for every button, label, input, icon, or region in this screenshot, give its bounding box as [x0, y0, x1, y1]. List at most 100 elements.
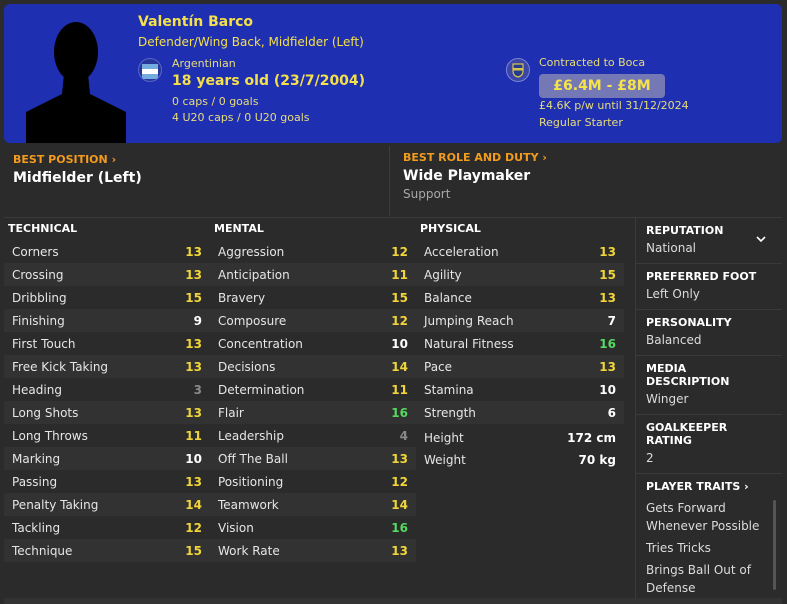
attribute-name: Penalty Taking: [12, 497, 99, 512]
technical-attribute-row[interactable]: Finishing 9: [4, 309, 210, 332]
attribute-name: Stamina: [424, 382, 474, 397]
technical-attribute-row[interactable]: Long Shots 13: [4, 401, 210, 424]
attribute-name: Finishing: [12, 313, 65, 328]
mental-attribute-row[interactable]: Anticipation 11: [210, 263, 416, 286]
physical-attribute-row[interactable]: Agility 15: [416, 263, 624, 286]
best-position-link[interactable]: BEST POSITION ›: [13, 153, 380, 166]
physical-attribute-row[interactable]: Strength 6: [416, 401, 624, 424]
technical-attribute-row[interactable]: Penalty Taking 14: [4, 493, 210, 516]
physical-attribute-row[interactable]: Acceleration 13: [416, 240, 624, 263]
physical-attribute-row[interactable]: Stamina 10: [416, 378, 624, 401]
goalkeeper-rating-section: GOALKEEPER RATING 2: [636, 415, 782, 474]
technical-attribute-row[interactable]: Dribbling 15: [4, 286, 210, 309]
media-description-value: Winger: [646, 392, 689, 406]
height-value: 172 cm: [567, 431, 616, 445]
mental-attributes: MENTAL Aggression 12 Anticipation 11 Bravery…: [210, 222, 416, 562]
attribute-value: 12: [391, 244, 408, 259]
technical-attribute-row[interactable]: Free Kick Taking 13: [4, 355, 210, 378]
attribute-name: Marking: [12, 451, 61, 466]
attribute-name: Crossing: [12, 267, 64, 282]
mental-attribute-row[interactable]: Aggression 12: [210, 240, 416, 263]
technical-heading: TECHNICAL: [8, 222, 78, 235]
attribute-value: 13: [599, 244, 616, 259]
player-traits-link[interactable]: PLAYER TRAITS ›: [646, 480, 772, 493]
attribute-name: Vision: [218, 520, 254, 535]
attribute-name: Flair: [218, 405, 244, 420]
mental-attribute-row[interactable]: Work Rate 13: [210, 539, 416, 562]
physical-attribute-row[interactable]: Pace 13: [416, 355, 624, 378]
attribute-name: Balance: [424, 290, 472, 305]
technical-attributes: TECHNICAL Corners 13 Crossing 13 Dribbling 15…: [4, 222, 210, 562]
mental-attribute-row[interactable]: Bravery 15: [210, 286, 416, 309]
contract-club[interactable]: Contracted to Boca: [539, 56, 645, 69]
mental-attribute-row[interactable]: Teamwork 14: [210, 493, 416, 516]
attribute-name: Leadership: [218, 428, 284, 443]
attribute-name: Technique: [12, 543, 73, 558]
mental-attribute-row[interactable]: Flair 16: [210, 401, 416, 424]
mental-attribute-row[interactable]: Positioning 12: [210, 470, 416, 493]
attribute-value: 14: [185, 497, 202, 512]
preferred-foot-value: Left Only: [646, 287, 700, 301]
u20-caps: 4 U20 caps / 0 U20 goals: [172, 111, 310, 124]
preferred-foot-section: PREFERRED FOOT Left Only: [636, 264, 782, 310]
bottom-bar: [4, 598, 782, 604]
nationality: Argentinian: [172, 57, 236, 70]
attribute-value: 10: [185, 451, 202, 466]
attribute-name: Teamwork: [218, 497, 279, 512]
technical-attribute-row[interactable]: Marking 10: [4, 447, 210, 470]
technical-attribute-row[interactable]: Passing 13: [4, 470, 210, 493]
attribute-value: 14: [391, 359, 408, 374]
technical-attribute-row[interactable]: Heading 3: [4, 378, 210, 401]
personality-heading: PERSONALITY: [646, 316, 732, 329]
attribute-value: 9: [193, 313, 202, 328]
technical-attribute-row[interactable]: Crossing 13: [4, 263, 210, 286]
attribute-name: Passing: [12, 474, 58, 489]
player-header: Valentín Barco Defender/Wing Back, Midfi…: [4, 4, 782, 143]
attribute-value: 11: [391, 267, 408, 282]
mental-heading: MENTAL: [214, 222, 264, 235]
attribute-name: Positioning: [218, 474, 284, 489]
attribute-value: 16: [391, 520, 408, 535]
mental-attribute-row[interactable]: Determination 11: [210, 378, 416, 401]
attribute-name: First Touch: [12, 336, 76, 351]
mental-attribute-row[interactable]: Concentration 10: [210, 332, 416, 355]
technical-attribute-row[interactable]: Corners 13: [4, 240, 210, 263]
club-crest-icon[interactable]: [506, 58, 530, 82]
traits-scrollbar[interactable]: [773, 500, 776, 590]
mental-attribute-row[interactable]: Off The Ball 13: [210, 447, 416, 470]
physical-attribute-row[interactable]: Natural Fitness 16: [416, 332, 624, 355]
attribute-value: 15: [185, 543, 202, 558]
mental-attribute-row[interactable]: Decisions 14: [210, 355, 416, 378]
player-silhouette-icon: [26, 22, 126, 143]
attribute-name: Determination: [218, 382, 305, 397]
attribute-value: 7: [607, 313, 616, 328]
chevron-down-icon[interactable]: [756, 235, 766, 243]
international-caps: 0 caps / 0 goals: [172, 95, 259, 108]
weight-label: Weight: [424, 453, 466, 467]
attribute-value: 15: [391, 290, 408, 305]
media-description-heading: MEDIA DESCRIPTION: [646, 362, 730, 388]
mental-attribute-row[interactable]: Composure 12: [210, 309, 416, 332]
technical-attribute-row[interactable]: Technique 15: [4, 539, 210, 562]
physical-attribute-row[interactable]: Balance 13: [416, 286, 624, 309]
physical-attribute-row[interactable]: Jumping Reach 7: [416, 309, 624, 332]
reputation-section[interactable]: REPUTATION National: [636, 218, 782, 264]
attribute-value: 13: [185, 359, 202, 374]
weight-value: 70 kg: [578, 453, 616, 467]
squad-status: Regular Starter: [539, 116, 623, 129]
mental-attribute-row[interactable]: Vision 16: [210, 516, 416, 539]
attribute-value: 11: [185, 428, 202, 443]
best-role-link[interactable]: BEST ROLE AND DUTY ›: [403, 151, 773, 164]
player-age: 18 years old (23/7/2004): [172, 73, 366, 89]
technical-attribute-row[interactable]: First Touch 13: [4, 332, 210, 355]
technical-attribute-row[interactable]: Tackling 12: [4, 516, 210, 539]
attribute-value: 13: [185, 474, 202, 489]
attribute-value: 15: [599, 267, 616, 282]
attribute-name: Long Shots: [12, 405, 79, 420]
transfer-value[interactable]: £6.4M - £8M: [539, 74, 665, 98]
height-label: Height: [424, 431, 464, 445]
best-role-value: Wide Playmaker: [403, 168, 531, 184]
player-name: Valentín Barco: [138, 14, 254, 30]
mental-attribute-row[interactable]: Leadership 4: [210, 424, 416, 447]
technical-attribute-row[interactable]: Long Throws 11: [4, 424, 210, 447]
